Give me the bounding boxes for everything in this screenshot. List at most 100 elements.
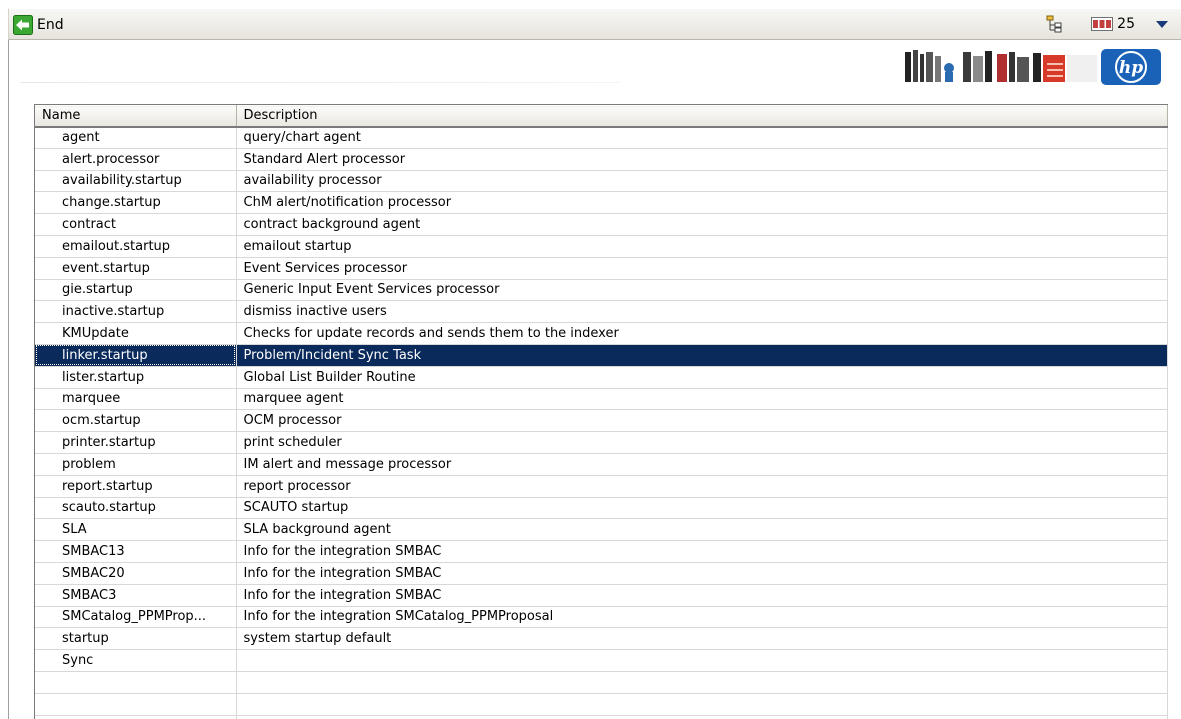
row-name-cell[interactable]: ocm.startup <box>35 409 237 433</box>
empty-cell <box>236 693 1168 716</box>
row-name-cell[interactable]: inactive.startup <box>35 300 237 324</box>
row-description-cell[interactable]: contract background agent <box>236 213 1168 236</box>
row-name-cell[interactable]: alert.processor <box>35 148 237 171</box>
banner-divider <box>20 82 620 83</box>
table-row[interactable]: KMUpdate Checks for update records and se… <box>35 322 1168 345</box>
row-name-cell[interactable]: SMCatalog_PPMProp... <box>35 606 237 629</box>
column-header-description[interactable]: Description <box>236 105 1168 128</box>
row-description-cell[interactable]: IM alert and message processor <box>236 453 1168 476</box>
table-row[interactable]: lister.startup Global List Builder Routin… <box>35 366 1168 389</box>
row-description-cell[interactable]: SCAUTO startup <box>236 497 1168 520</box>
tree-view-icon[interactable] <box>1045 14 1065 34</box>
row-name-cell[interactable]: SMBAC20 <box>35 562 237 585</box>
table-row[interactable]: availability.startup availability process… <box>35 170 1168 193</box>
empty-cell <box>35 693 237 716</box>
table-row[interactable]: printer.startup print scheduler <box>35 431 1168 454</box>
row-description-cell[interactable]: Global List Builder Routine <box>236 366 1168 389</box>
row-description-cell[interactable] <box>236 649 1168 672</box>
empty-cell <box>236 715 1168 719</box>
record-count: 25 <box>1117 16 1135 32</box>
row-name-cell[interactable]: startup <box>35 627 237 651</box>
row-name-cell[interactable]: linker.startup <box>35 344 237 367</box>
row-description-cell[interactable]: Problem/Incident Sync Task <box>236 344 1168 367</box>
table-row[interactable]: event.startup Event Services processor <box>35 257 1168 280</box>
table-row[interactable]: SMBAC3 Info for the integration SMBAC <box>35 584 1168 607</box>
table-row[interactable]: marquee marquee agent <box>35 388 1168 411</box>
row-name-cell[interactable]: printer.startup <box>35 431 237 454</box>
row-description-cell[interactable]: availability processor <box>236 170 1168 193</box>
table-row[interactable]: report.startup report processor <box>35 475 1168 498</box>
table-row[interactable]: SMCatalog_PPMProp... Info for the integra… <box>35 606 1168 629</box>
content-left-border <box>8 40 9 719</box>
row-name-cell[interactable]: emailout.startup <box>35 235 237 258</box>
table-header-row: Name Description <box>35 105 1168 128</box>
row-name-cell[interactable]: lister.startup <box>35 366 237 389</box>
row-description-cell[interactable]: dismiss inactive users <box>236 300 1168 324</box>
row-name-cell[interactable]: scauto.startup <box>35 497 237 520</box>
row-description-cell[interactable]: Event Services processor <box>236 257 1168 280</box>
row-name-cell[interactable]: gie.startup <box>35 279 237 302</box>
row-description-cell[interactable]: query/chart agent <box>236 126 1168 149</box>
table-row[interactable]: inactive.startup dismiss inactive users <box>35 300 1168 324</box>
row-description-cell[interactable]: emailout startup <box>236 235 1168 258</box>
toolbar: End 25 <box>8 8 1181 40</box>
row-name-cell[interactable]: agent <box>35 126 237 149</box>
table-row[interactable]: linker.startup Problem/Incident Sync Task <box>35 344 1168 367</box>
row-description-cell[interactable]: print scheduler <box>236 431 1168 454</box>
row-name-cell[interactable]: SMBAC13 <box>35 540 237 563</box>
empty-table-row <box>35 693 1168 716</box>
row-description-cell[interactable]: report processor <box>236 475 1168 498</box>
dropdown-arrow-icon[interactable] <box>1155 19 1169 29</box>
empty-cell <box>35 715 237 719</box>
row-name-cell[interactable]: Sync <box>35 649 237 672</box>
hp-banner-logo: hp <box>905 49 1161 85</box>
table-row[interactable]: change.startup ChM alert/notification pro… <box>35 191 1168 215</box>
row-description-cell[interactable]: ChM alert/notification processor <box>236 191 1168 215</box>
empty-cell <box>236 671 1168 694</box>
row-description-cell[interactable]: Generic Input Event Services processor <box>236 279 1168 302</box>
table-row[interactable]: ocm.startup OCM processor <box>35 409 1168 433</box>
row-name-cell[interactable]: SLA <box>35 518 237 542</box>
table-row[interactable]: Sync <box>35 649 1168 672</box>
row-name-cell[interactable]: event.startup <box>35 257 237 280</box>
back-arrow-icon <box>13 15 33 35</box>
row-description-cell[interactable]: SLA background agent <box>236 518 1168 542</box>
row-description-cell[interactable]: Standard Alert processor <box>236 148 1168 171</box>
row-name-cell[interactable]: problem <box>35 453 237 476</box>
end-button[interactable]: End <box>13 14 64 36</box>
table-row[interactable]: SMBAC20 Info for the integration SMBAC <box>35 562 1168 585</box>
row-name-cell[interactable]: KMUpdate <box>35 322 237 345</box>
hp-logo-text: hp <box>1119 58 1143 78</box>
row-name-cell[interactable]: SMBAC3 <box>35 584 237 607</box>
table-row[interactable]: agent query/chart agent <box>35 126 1168 149</box>
agents-table: Name Description agent query/chart agent a… <box>34 104 1168 719</box>
table-row[interactable]: SMBAC13 Info for the integration SMBAC <box>35 540 1168 563</box>
row-description-cell[interactable]: system startup default <box>236 627 1168 651</box>
row-description-cell[interactable]: Info for the integration SMCatalog_PPMPr… <box>236 606 1168 629</box>
empty-table-row <box>35 715 1168 719</box>
empty-cell <box>35 671 237 694</box>
row-name-cell[interactable]: marquee <box>35 388 237 411</box>
table-row[interactable]: problem IM alert and message processor <box>35 453 1168 476</box>
table-row[interactable]: emailout.startup emailout startup <box>35 235 1168 258</box>
row-description-cell[interactable]: Info for the integration SMBAC <box>236 584 1168 607</box>
table-row[interactable]: scauto.startup SCAUTO startup <box>35 497 1168 520</box>
row-description-cell[interactable]: Info for the integration SMBAC <box>236 562 1168 585</box>
row-description-cell[interactable]: OCM processor <box>236 409 1168 433</box>
column-header-name[interactable]: Name <box>35 105 237 128</box>
row-description-cell[interactable]: marquee agent <box>236 388 1168 411</box>
table-row[interactable]: contract contract background agent <box>35 213 1168 236</box>
row-name-cell[interactable]: contract <box>35 213 237 236</box>
empty-table-row <box>35 671 1168 694</box>
record-count-icon <box>1091 17 1114 31</box>
table-row[interactable]: gie.startup Generic Input Event Services … <box>35 279 1168 302</box>
row-description-cell[interactable]: Checks for update records and sends them… <box>236 322 1168 345</box>
table-row[interactable]: startup system startup default <box>35 627 1168 651</box>
table-row[interactable]: alert.processor Standard Alert processor <box>35 148 1168 171</box>
row-name-cell[interactable]: change.startup <box>35 191 237 215</box>
table-row[interactable]: SLA SLA background agent <box>35 518 1168 542</box>
row-name-cell[interactable]: report.startup <box>35 475 237 498</box>
row-name-cell[interactable]: availability.startup <box>35 170 237 193</box>
row-description-cell[interactable]: Info for the integration SMBAC <box>236 540 1168 563</box>
end-button-label: End <box>37 17 64 33</box>
